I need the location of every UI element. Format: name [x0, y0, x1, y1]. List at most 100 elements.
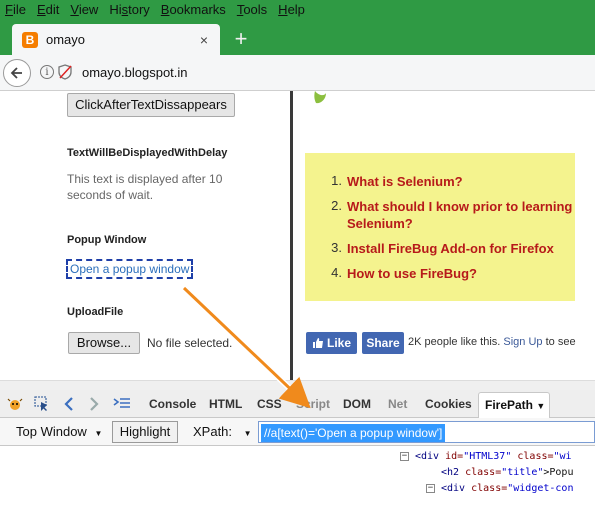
menu-history[interactable]: History [104, 0, 155, 20]
list-number: 2. [331, 198, 342, 213]
code-attr: class= [517, 451, 554, 462]
click-after-text-disappears-button[interactable]: ClickAfterTextDissappears [67, 93, 235, 117]
code-value: "widget-con [507, 483, 574, 494]
list-item: 2. What should I know prior to learning … [321, 198, 572, 232]
code-attr: class= [465, 467, 502, 478]
menu-bar: File Edit View History Bookmarks Tools H… [0, 0, 595, 20]
code-value: "wi [553, 451, 572, 462]
tab-dom[interactable]: DOM [343, 397, 371, 411]
link-install-firebug[interactable]: Install FireBug Add-on for Firefox [347, 240, 554, 257]
link-line-1: What should I know prior to learning [347, 199, 573, 214]
xpath-input[interactable]: //a[text()='Open a popup window'] [258, 421, 595, 443]
tab-console[interactable]: Console [149, 397, 196, 411]
like-count-text: 2K people like this. [408, 336, 501, 348]
url-bar[interactable]: omayo.blogspot.in [82, 65, 188, 80]
facebook-like-button[interactable]: Like [306, 332, 357, 354]
back-button[interactable] [3, 59, 31, 87]
list-item: 3. Install FireBug Add-on for Firefox [321, 240, 572, 257]
code-value: "HTML37" [463, 451, 512, 462]
code-line[interactable]: − <div class="widget-con [426, 483, 573, 494]
top-window-label: Top Window [16, 424, 87, 439]
list-number: 3. [331, 240, 342, 255]
popup-heading: Popup Window [67, 234, 147, 246]
html-source-panel: − <div id="HTML37" class="wi <h2 class="t… [0, 446, 595, 505]
code-line[interactable]: − <div id="HTML37" class="wi [400, 451, 572, 462]
link-what-is-selenium[interactable]: What is Selenium? [347, 173, 463, 190]
menu-help[interactable]: Help [273, 0, 311, 20]
back-arrow-icon [10, 67, 22, 79]
popup-window-link[interactable]: Open a popup window [66, 259, 194, 279]
collapse-toggle-icon[interactable]: − [426, 483, 435, 493]
firebug-bug-icon[interactable] [6, 395, 24, 413]
tab-title: omayo [46, 32, 86, 47]
link-line-2: Selenium? [347, 216, 413, 231]
command-line-icon[interactable] [113, 395, 131, 413]
upload-heading: UploadFile [67, 306, 124, 318]
xpath-label: XPath: [193, 424, 233, 439]
web-page-content: ClickAfterTextDissappears TextWillBeDisp… [0, 91, 595, 380]
browser-tab[interactable]: B omayo × [12, 24, 220, 55]
code-value: "title" [501, 467, 544, 478]
menu-edit[interactable]: Edit [32, 0, 65, 20]
tracking-shield-icon[interactable] [58, 64, 72, 80]
tab-script[interactable]: Script [296, 397, 330, 411]
navigation-bar: i omayo.blogspot.in [0, 55, 595, 91]
inspect-element-icon[interactable] [33, 395, 51, 413]
leaf-decoration-icon [314, 91, 326, 104]
list-item: 1. What is Selenium? [321, 173, 572, 190]
tab-firepath[interactable]: FirePath ▼ [478, 392, 550, 418]
facebook-share-button[interactable]: Share [362, 332, 404, 354]
link-prior-to-learning[interactable]: What should I know prior to learning Sel… [347, 198, 572, 232]
chevron-left-icon[interactable] [60, 395, 78, 413]
menu-tools[interactable]: Tools [232, 0, 273, 20]
dropdown-arrow-icon: ▼ [243, 429, 252, 438]
code-attr: class= [471, 483, 508, 494]
tutorial-links-widget: 1. What is Selenium? 2. What should I kn… [305, 153, 575, 301]
chevron-right-icon[interactable] [85, 395, 103, 413]
column-divider [290, 91, 293, 380]
horizontal-scrollbar[interactable] [0, 380, 595, 390]
xpath-value: //a[text()='Open a popup window'] [261, 424, 446, 442]
code-tag: <div [441, 483, 466, 494]
tab-css[interactable]: CSS [257, 397, 282, 411]
no-file-label: No file selected. [147, 336, 233, 350]
tab-html[interactable]: HTML [209, 397, 242, 411]
top-window-dropdown[interactable]: Top Window ▼ [10, 422, 110, 442]
code-tag: <div [415, 451, 440, 462]
tutorial-links-list: 1. What is Selenium? 2. What should I kn… [321, 173, 572, 290]
delay-heading: TextWillBeDisplayedWithDelay [67, 147, 228, 159]
blogger-favicon-icon: B [22, 31, 38, 48]
code-tag: <h2 [441, 467, 460, 478]
tab-net[interactable]: Net [388, 397, 407, 411]
close-icon[interactable]: × [196, 32, 212, 48]
xpath-selector-dropdown[interactable]: XPath: ▼ [190, 422, 260, 444]
left-column: ClickAfterTextDissappears TextWillBeDisp… [0, 91, 290, 380]
tab-strip: B omayo × + [0, 20, 595, 55]
tab-cookies[interactable]: Cookies [425, 397, 472, 411]
highlight-button[interactable]: Highlight [112, 421, 178, 443]
list-number: 4. [331, 265, 342, 280]
code-attr: id= [445, 451, 464, 462]
dropdown-arrow-icon: ▼ [94, 429, 103, 438]
like-count-tail: to see [545, 336, 576, 348]
browse-button[interactable]: Browse... [68, 332, 140, 354]
new-tab-icon[interactable]: + [231, 28, 251, 50]
firepath-tab-label: FirePath [485, 398, 534, 412]
like-label: Like [326, 336, 351, 350]
thumbs-up-icon [312, 338, 323, 348]
dropdown-arrow-icon: ▼ [536, 401, 546, 411]
link-how-to-use-firebug[interactable]: How to use FireBug? [347, 265, 477, 282]
sign-up-link[interactable]: Sign Up [503, 336, 542, 348]
menu-view[interactable]: View [65, 0, 104, 20]
firebug-toolbar: Console HTML CSS Script DOM Net Cookies … [0, 390, 595, 418]
code-line[interactable]: <h2 class="title">Popu [441, 467, 573, 478]
collapse-toggle-icon[interactable]: − [400, 451, 409, 461]
menu-file[interactable]: File [0, 0, 32, 20]
list-item: 4. How to use FireBug? [321, 265, 572, 282]
code-text: >Popu [543, 467, 574, 478]
firepath-bar: Top Window ▼ Highlight XPath: ▼ //a[text… [0, 418, 595, 446]
info-icon[interactable]: i [40, 65, 54, 79]
menu-bookmarks[interactable]: Bookmarks [156, 0, 232, 20]
facebook-like-count: 2K people like this. Sign Up to see [408, 336, 576, 348]
delay-text: This text is displayed after 10 seconds … [67, 172, 223, 202]
